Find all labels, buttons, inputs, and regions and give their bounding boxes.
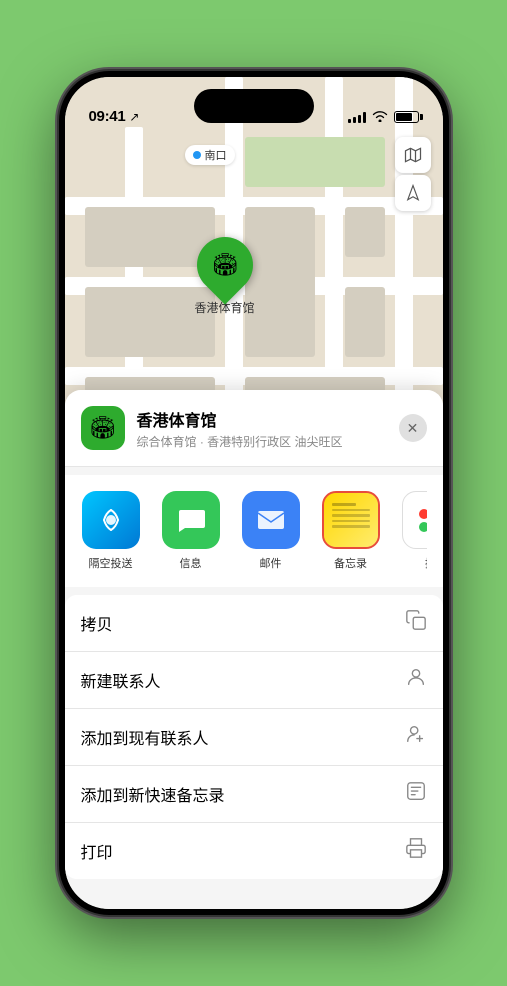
messages-icon: [162, 491, 220, 549]
more-label: 推: [425, 555, 427, 571]
bottom-sheet: 🏟 香港体育馆 综合体育馆 · 香港特别行政区 油尖旺区 ✕: [65, 390, 443, 909]
add-contact-icon: [405, 723, 427, 751]
pin-icon: 🏟: [185, 225, 264, 304]
mail-label: 邮件: [260, 555, 282, 571]
block-3: [345, 207, 385, 257]
signal-bar-1: [348, 119, 351, 123]
location-label-text: 南口: [205, 147, 227, 163]
action-add-contact-label: 添加到现有联系人: [81, 725, 209, 749]
signal-bar-2: [353, 117, 356, 123]
more-icon: [402, 491, 427, 549]
green-1: [245, 137, 385, 187]
wifi-icon: [372, 109, 388, 125]
share-item-airdrop[interactable]: 隔空投送: [81, 491, 141, 571]
action-new-contact-label: 新建联系人: [81, 668, 161, 692]
venue-name: 香港体育馆: [137, 407, 387, 431]
venue-info: 香港体育馆 综合体育馆 · 香港特别行政区 油尖旺区: [137, 407, 387, 450]
copy-icon: [405, 609, 427, 637]
battery-icon: [394, 111, 419, 123]
location-button[interactable]: [395, 175, 431, 211]
phone-frame: 09:41 ↗: [59, 71, 449, 915]
share-item-notes[interactable]: 备忘录: [321, 491, 381, 571]
status-icons: [348, 109, 419, 125]
print-icon: [405, 837, 427, 865]
status-time: 09:41: [89, 108, 126, 125]
venue-subtitle: 综合体育馆 · 香港特别行政区 油尖旺区: [137, 433, 387, 450]
location-arrow-icon: ↗: [129, 110, 139, 124]
action-copy[interactable]: 拷贝: [65, 595, 443, 652]
dynamic-island: [194, 89, 314, 123]
new-contact-icon: [405, 666, 427, 694]
signal-bars: [348, 111, 366, 123]
map-type-button[interactable]: [395, 137, 431, 173]
action-list: 拷贝 新建联系人: [65, 595, 443, 879]
signal-bar-3: [358, 115, 361, 123]
action-new-contact[interactable]: 新建联系人: [65, 652, 443, 709]
action-add-contact[interactable]: 添加到现有联系人: [65, 709, 443, 766]
quick-note-icon: [405, 780, 427, 808]
location-label: 南口: [185, 145, 235, 165]
mail-icon: [242, 491, 300, 549]
share-row: 隔空投送 信息: [65, 475, 443, 587]
map-controls[interactable]: [395, 137, 431, 211]
signal-bar-4: [363, 112, 366, 123]
phone-screen: 09:41 ↗: [65, 77, 443, 909]
share-item-mail[interactable]: 邮件: [241, 491, 301, 571]
stadium-pin: 🏟 香港体育馆: [195, 237, 255, 316]
action-quick-note[interactable]: 添加到新快速备忘录: [65, 766, 443, 823]
block-stadium: [245, 207, 315, 357]
messages-label: 信息: [180, 555, 202, 571]
block-4: [345, 287, 385, 357]
close-button[interactable]: ✕: [399, 414, 427, 442]
label-dot: [193, 151, 201, 159]
airdrop-icon: [82, 491, 140, 549]
action-print-label: 打印: [81, 839, 113, 863]
share-item-more[interactable]: 推: [401, 491, 427, 571]
airdrop-label: 隔空投送: [89, 555, 133, 571]
venue-icon: 🏟: [81, 406, 125, 450]
action-copy-label: 拷贝: [81, 611, 113, 635]
notes-label: 备忘录: [334, 555, 367, 571]
action-quick-note-label: 添加到新快速备忘录: [81, 782, 225, 806]
share-items: 隔空投送 信息: [81, 491, 427, 571]
battery-fill: [396, 113, 413, 121]
notes-icon: [322, 491, 380, 549]
action-print[interactable]: 打印: [65, 823, 443, 879]
location-header: 🏟 香港体育馆 综合体育馆 · 香港特别行政区 油尖旺区 ✕: [65, 390, 443, 467]
share-item-messages[interactable]: 信息: [161, 491, 221, 571]
pin-inner: 🏟: [211, 252, 239, 278]
